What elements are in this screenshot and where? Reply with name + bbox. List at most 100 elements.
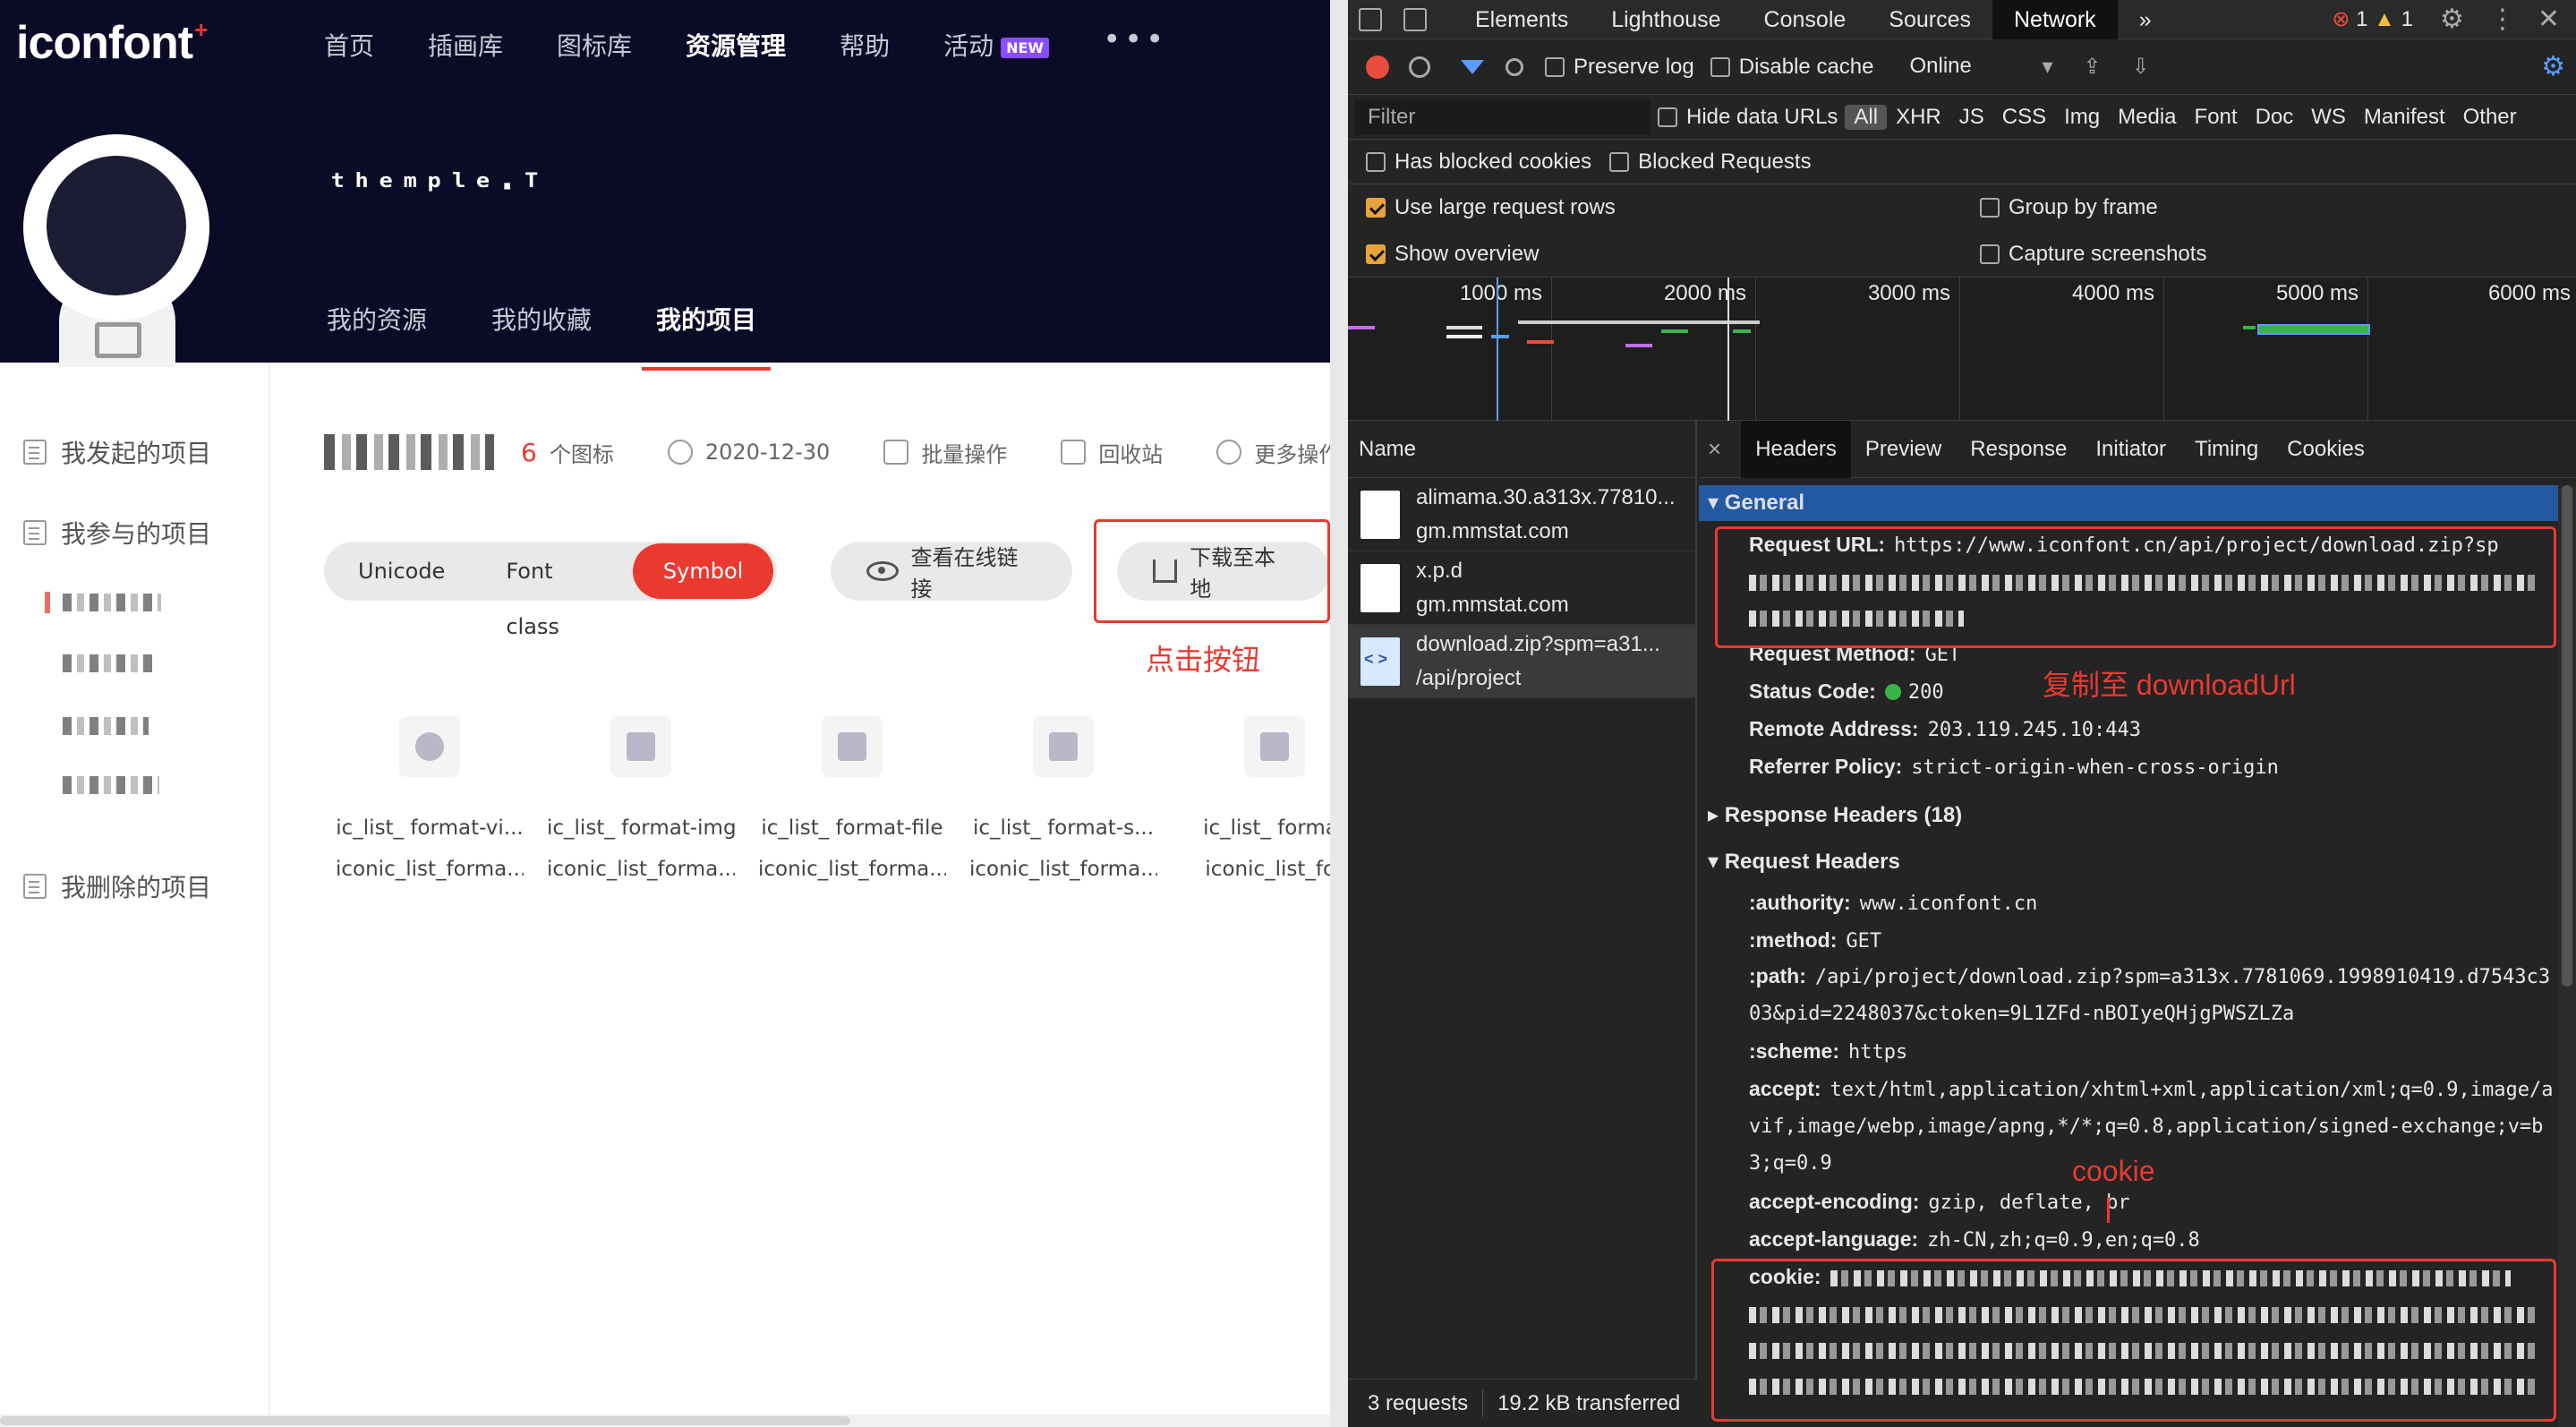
clock-icon [667,440,693,465]
request-headers-section[interactable]: ▾ Request Headers [1708,849,1900,875]
filter-font[interactable]: Font [2186,105,2247,130]
tab-cookies[interactable]: Cookies [2273,421,2379,478]
error-count[interactable]: ⊗ 1 ▲ 1 [2332,6,2413,32]
filter-media[interactable]: Media [2109,105,2185,130]
sidebar-project-redacted[interactable] [63,776,159,794]
sidebar-item-deleted-projects[interactable]: 我删除的项目 [23,868,211,904]
disable-cache-checkbox[interactable] [1710,56,1730,77]
filter-js[interactable]: JS [1950,105,1993,130]
mode-fontclass-button[interactable]: Font class [475,543,633,639]
nav-illustrations[interactable]: 插画库 [428,27,503,63]
devtools-panel: Elements Lighthouse Console Sources Netw… [1348,0,2576,1427]
more-tabs-icon[interactable]: » [2118,0,2173,39]
sidebar-project-redacted[interactable] [45,592,161,613]
tab-my-favorites[interactable]: 我的收藏 [491,301,592,369]
filter-img[interactable]: Img [2055,105,2109,130]
devtools-tabbar: Elements Lighthouse Console Sources Netw… [1348,0,2576,39]
icon-card[interactable]: ic_list_ format-file iconic_list_forma... [746,716,958,881]
iconfont-logo[interactable]: iconfont+ [16,16,208,70]
request-row[interactable]: alimama.30.a313x.77810... gm.mmstat.com [1348,478,1695,551]
avatar[interactable] [23,134,211,367]
blocked-cookies-checkbox[interactable] [1366,151,1386,172]
detail-scrollbar[interactable] [2558,485,2576,1427]
tab-headers[interactable]: Headers [1741,420,1851,478]
tab-response[interactable]: Response [1956,421,2081,478]
tab-sources[interactable]: Sources [1867,0,1992,39]
request-row[interactable]: x.p.d gm.mmstat.com [1348,551,1695,625]
tab-console[interactable]: Console [1743,0,1868,39]
tab-network[interactable]: Network [1992,0,2118,39]
network-settings-icon[interactable]: ⚙ [2541,51,2565,82]
icon-card[interactable]: ic_list_ formaticonic_list_for [1169,716,1330,881]
nav-help[interactable]: 帮助 [840,27,890,63]
group-by-frame-option[interactable]: Group by frame [1980,195,2158,220]
nav-icon-library[interactable]: 图标库 [557,27,632,63]
authority-row: :authority: www.iconfont.cn [1749,891,2038,915]
sidebar-item-joined-projects[interactable]: 我参与的项目 [23,515,211,551]
filter-ws[interactable]: WS [2302,105,2355,130]
icon-grid: ic_list_ format-vi... iconic_list_forma..… [324,716,1330,881]
settings-icon[interactable]: ⚙ [2440,4,2464,35]
show-overview-option[interactable]: Show overview [1366,242,1539,267]
request-row-selected[interactable]: download.zip?spm=a31.../api/project [1348,625,1695,698]
view-online-link-button[interactable]: 查看在线链接 [831,542,1072,602]
horizontal-scrollbar[interactable] [0,1414,1330,1427]
kebab-menu-icon[interactable]: ⋮ [2489,4,2516,35]
more-operations-link[interactable]: 更多操作 [1254,437,1330,468]
sidebar-project-redacted[interactable] [63,717,149,735]
blocked-requests-checkbox[interactable] [1609,151,1630,172]
preserve-log-checkbox[interactable] [1545,56,1565,77]
filter-icon[interactable] [1461,59,1484,74]
inspect-icon[interactable] [1359,7,1382,31]
hide-data-urls-checkbox[interactable] [1658,107,1677,127]
search-icon[interactable] [1506,57,1523,76]
recycle-bin-link[interactable]: 回收站 [1098,437,1163,468]
filter-xhr[interactable]: XHR [1887,105,1950,130]
sidebar-project-redacted[interactable] [63,654,157,672]
project-name-redacted [324,434,494,470]
name-column-header[interactable]: Name [1348,421,1695,478]
tab-my-resources[interactable]: 我的资源 [327,301,427,369]
tab-preview[interactable]: Preview [1851,421,1956,478]
sidebar-item-created-projects[interactable]: 我发起的项目 [23,434,211,470]
filter-input[interactable]: Filter [1355,98,1651,135]
capture-screenshots-option[interactable]: Capture screenshots [1980,242,2206,267]
filter-css[interactable]: CSS [1993,105,2055,130]
device-toolbar-icon[interactable] [1403,7,1427,31]
mode-symbol-button[interactable]: Symbol [632,543,774,599]
close-icon[interactable]: ✕ [2538,4,2560,35]
tab-elements[interactable]: Elements [1454,0,1590,39]
tab-initiator[interactable]: Initiator [2081,421,2180,478]
batch-icon[interactable] [883,440,909,465]
network-overview[interactable]: 1000 ms 2000 ms 3000 ms 4000 ms 5000 ms … [1348,278,2576,421]
large-rows-option[interactable]: Use large request rows [1366,195,1616,220]
icon-card[interactable]: ic_list_ format-img iconic_list_forma... [535,716,746,881]
response-headers-section[interactable]: ▸ Response Headers (18) [1708,802,1962,828]
devtools-splitter[interactable] [1330,0,1348,1427]
icon-card[interactable]: ic_list_ format-vi... iconic_list_forma..… [324,716,535,881]
more-icon[interactable]: ••• [1103,21,1167,57]
export-har-icon[interactable]: ⇩ [2132,54,2150,80]
filter-doc[interactable]: Doc [2247,105,2303,130]
record-icon[interactable] [1366,55,1389,79]
throttling-select[interactable]: Online ▾ [1909,54,2052,80]
mode-unicode-button[interactable]: Unicode [328,543,475,599]
clear-icon[interactable] [1409,56,1430,78]
nav-activities[interactable]: 活动 NEW [943,27,1050,63]
batch-operation-link[interactable]: 批量操作 [921,437,1007,468]
nav-home[interactable]: 首页 [324,27,374,63]
general-section-header[interactable]: ▾ General [1699,485,2558,521]
tab-lighthouse[interactable]: Lighthouse [1590,0,1742,39]
trash-icon[interactable] [1061,440,1087,465]
more-options-icon[interactable] [1216,440,1242,465]
filter-all[interactable]: All [1845,104,1888,130]
icon-count-unit: 个图标 [549,441,614,467]
tab-timing[interactable]: Timing [2180,421,2273,478]
tab-my-projects[interactable]: 我的项目 [642,301,772,371]
filter-other[interactable]: Other [2454,105,2526,130]
close-detail-icon[interactable]: × [1708,435,1721,463]
nav-resource-management[interactable]: 资源管理 [686,27,786,63]
import-har-icon[interactable]: ⇪ [2083,54,2101,80]
filter-manifest[interactable]: Manifest [2355,105,2454,130]
icon-card[interactable]: ic_list_ format-s... iconic_list_forma... [958,716,1169,881]
